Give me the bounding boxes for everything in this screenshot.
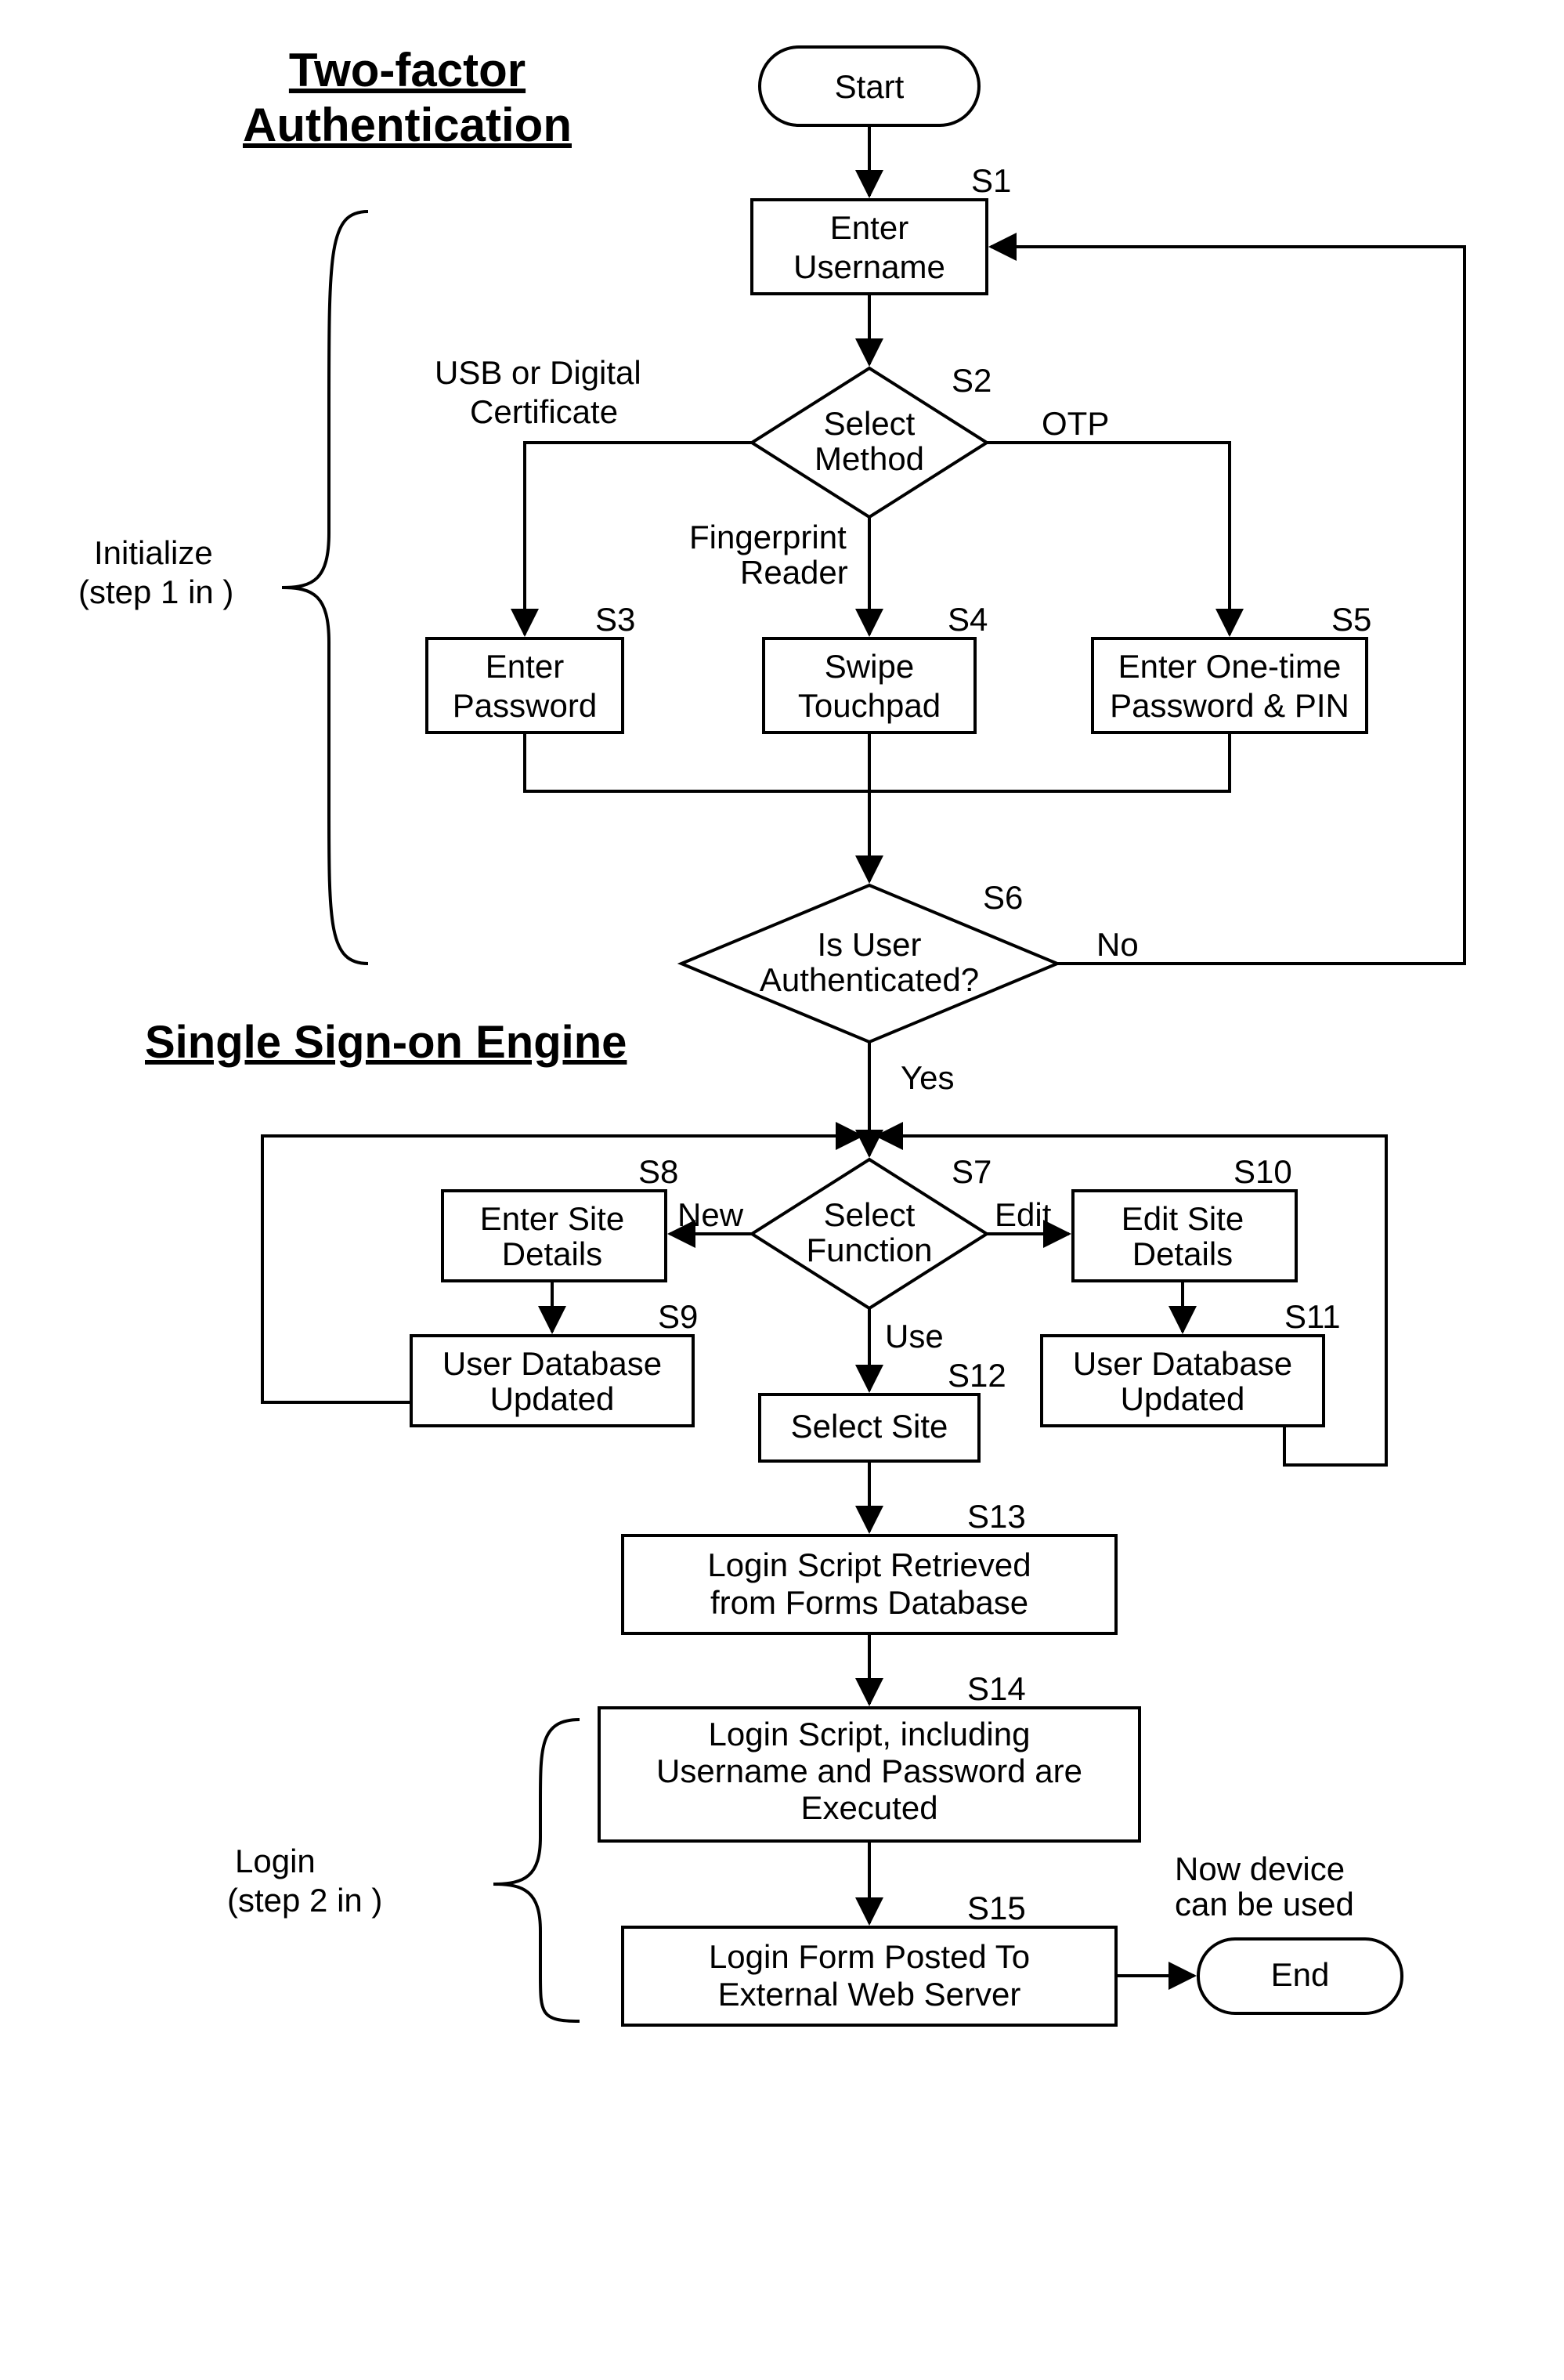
s5-line1: Enter One-time (1118, 648, 1342, 685)
s4-line2: Touchpad (798, 687, 941, 724)
s10-line2: Details (1132, 1235, 1233, 1272)
lbl-fp1: Fingerprint (689, 519, 847, 555)
side1-line2: (step 1 in ) (78, 573, 233, 610)
s7-line1: Select (824, 1196, 916, 1233)
edge-s3-merge (525, 732, 869, 791)
edge-s6-no (991, 247, 1465, 964)
s15-line2: External Web Server (718, 1976, 1021, 2013)
lbl-new: New (677, 1196, 744, 1233)
s9-line1: User Database (442, 1345, 662, 1382)
tag-s14: S14 (967, 1670, 1026, 1707)
s2-line1: Select (824, 405, 916, 442)
lbl-edit: Edit (995, 1196, 1052, 1233)
s6-line2: Authenticated? (760, 961, 979, 998)
tag-s5: S5 (1331, 601, 1371, 638)
lbl-use: Use (885, 1318, 944, 1355)
lbl-yes: Yes (901, 1059, 955, 1096)
lbl-usb1: USB or Digital (435, 354, 641, 391)
side2-line2: (step 2 in ) (227, 1882, 382, 1919)
s15-line1: Login Form Posted To (709, 1938, 1030, 1975)
lbl-nowdevice1: Now device (1175, 1850, 1345, 1887)
tag-s4: S4 (948, 601, 988, 638)
title-line2: Authentication (243, 99, 572, 151)
tag-s6: S6 (983, 879, 1023, 916)
tag-s7: S7 (952, 1153, 991, 1190)
tag-s2: S2 (952, 362, 991, 399)
side1-line1: Initialize (94, 534, 213, 571)
tag-s13: S13 (967, 1498, 1026, 1535)
side2-line1: Login (235, 1843, 316, 1879)
s3-line1: Enter (486, 648, 564, 685)
flowchart: Two-factor Authentication Start S1 Enter… (0, 0, 1564, 2380)
s5-line2: Password & PIN (1110, 687, 1349, 724)
s10-line1: Edit Site (1122, 1200, 1244, 1237)
s12-line1: Select Site (791, 1408, 948, 1445)
end-label: End (1271, 1956, 1330, 1993)
s2-line2: Method (815, 440, 924, 477)
tag-s8: S8 (638, 1153, 678, 1190)
tag-s12: S12 (948, 1357, 1006, 1394)
lbl-usb2: Certificate (470, 393, 618, 430)
brace-login (493, 1720, 580, 2021)
section2-title: Single Sign-on Engine (145, 1017, 627, 1068)
edge-s2-s5 (987, 443, 1230, 635)
s14-line3: Executed (800, 1789, 937, 1826)
s9-line2: Updated (490, 1380, 615, 1417)
s8-line2: Details (502, 1235, 602, 1272)
s11-line1: User Database (1073, 1345, 1292, 1382)
s13-line2: from Forms Database (710, 1584, 1028, 1621)
s14-line1: Login Script, including (709, 1716, 1031, 1752)
s14-line2: Username and Password are (656, 1752, 1082, 1789)
tag-s1: S1 (971, 162, 1011, 199)
s11-line2: Updated (1121, 1380, 1245, 1417)
s1-line1: Enter (830, 209, 908, 246)
s13-line1: Login Script Retrieved (707, 1546, 1031, 1583)
lbl-fp2: Reader (740, 554, 848, 591)
brace-initialize (282, 212, 368, 964)
tag-s3: S3 (595, 601, 635, 638)
s8-line1: Enter Site (480, 1200, 624, 1237)
s7-line2: Function (806, 1232, 932, 1268)
tag-s9: S9 (658, 1298, 698, 1335)
lbl-no: No (1096, 926, 1139, 963)
tag-s15: S15 (967, 1890, 1026, 1926)
s4-line1: Swipe (825, 648, 914, 685)
lbl-otp: OTP (1042, 405, 1109, 442)
start-label: Start (835, 68, 905, 105)
lbl-nowdevice2: can be used (1175, 1886, 1354, 1922)
s3-line2: Password (453, 687, 597, 724)
s6-line1: Is User (817, 926, 921, 963)
edge-s5-merge (869, 732, 1230, 791)
title-line1: Two-factor (289, 44, 526, 96)
s1-line2: Username (793, 248, 945, 285)
tag-s10: S10 (1234, 1153, 1292, 1190)
tag-s11: S11 (1284, 1298, 1341, 1335)
